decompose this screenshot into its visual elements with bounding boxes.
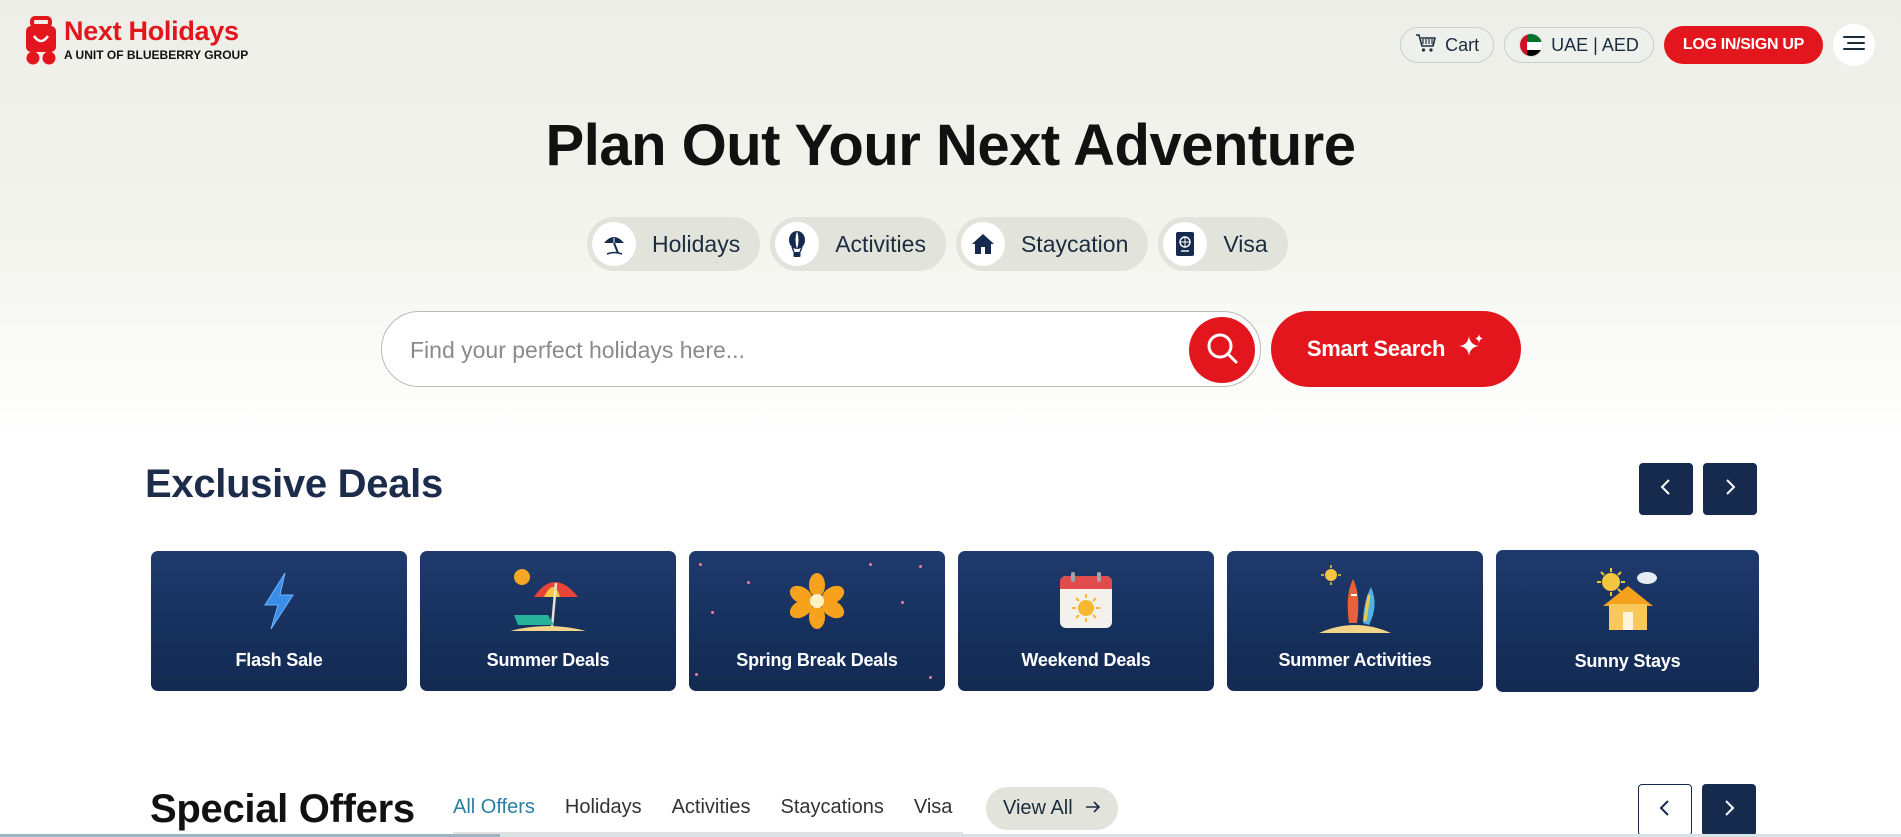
sparkle-icon [1457,332,1485,366]
sparkle-dot [919,565,922,568]
chevron-right-icon [1722,799,1736,821]
exclusive-deals-title: Exclusive Deals [145,462,443,506]
search-bar [381,311,1261,387]
sparkle-dot [901,601,904,604]
sparkle-dot [711,611,714,614]
sparkle-dot [747,581,750,584]
chevron-left-icon [1658,799,1672,821]
search-icon [1205,331,1239,369]
flower-icon [777,565,857,637]
sparkle-dot [695,673,698,676]
search-button[interactable] [1189,317,1255,383]
category-label: Staycation [1020,230,1129,257]
deal-label: Weekend Deals [1021,650,1151,670]
site-header: Next Holidays A UNIT OF BLUEBERRY GROUP … [0,0,1901,90]
prev-button[interactable] [1638,784,1692,836]
hero-title: Plan Out Your Next Adventure [545,113,1356,178]
sparkle-dot [699,563,702,566]
category-activities[interactable]: Activities [770,217,946,271]
brand-logo[interactable]: Next Holidays A UNIT OF BLUEBERRY GROUP [24,16,248,66]
sparkle-dot [929,676,932,679]
deal-label: Flash Sale [235,650,323,670]
beach-chair-umbrella-icon [508,565,588,637]
deal-card-weekend-deals[interactable]: Weekend Deals [958,551,1214,691]
view-all-button[interactable]: View All [986,787,1118,830]
surfboards-icon [1315,565,1395,637]
beach-umbrella-icon [592,222,636,266]
category-label: Holidays [652,230,741,257]
exclusive-deals-nav [1639,463,1757,515]
exclusive-deals-carousel: Flash Sale Summer Deals Spring Break Dea… [151,550,1759,692]
deal-card-sunny-stays[interactable]: Sunny Stays [1496,550,1759,692]
prev-button[interactable] [1639,463,1693,515]
next-button[interactable] [1703,463,1757,515]
tab-staycations[interactable]: Staycations [780,796,883,830]
arrow-right-icon [1085,797,1101,820]
smart-search-label: Smart Search [1306,336,1446,361]
cart-icon [1415,33,1437,58]
region-label: UAE | AED [1551,34,1639,55]
category-selector: Holidays Activities Staycation Visa [587,217,1288,271]
smart-search-button[interactable]: Smart Search [1271,311,1521,387]
category-visa[interactable]: Visa [1158,217,1288,271]
deal-label: Summer Deals [486,650,610,670]
house-icon [960,222,1005,266]
hot-air-balloon-icon [775,222,820,266]
uae-flag-icon [1519,33,1544,57]
deal-label: Sunny Stays [1574,651,1681,671]
calendar-sun-icon [1046,565,1126,637]
deal-card-summer-activities[interactable]: Summer Activities [1227,551,1483,691]
tab-holidays[interactable]: Holidays [565,796,642,830]
login-signup-button[interactable]: LOG IN/SIGN UP [1663,26,1823,64]
chevron-right-icon [1723,478,1737,500]
next-button[interactable] [1702,784,1756,836]
special-offers-tabs: All Offers Holidays Activities Staycatio… [453,796,953,835]
category-staycation[interactable]: Staycation [955,217,1149,271]
deal-card-flash-sale[interactable]: Flash Sale [151,551,407,691]
deal-label: Spring Break Deals [736,650,898,670]
category-label: Visa [1223,230,1268,257]
tab-visa[interactable]: Visa [914,796,953,830]
tab-activities[interactable]: Activities [672,796,751,830]
category-holidays[interactable]: Holidays [587,217,761,271]
region-currency-selector[interactable]: UAE | AED [1504,27,1654,63]
deal-label: Summer Activities [1278,650,1432,670]
chevron-left-icon [1659,478,1673,500]
hamburger-icon [1842,34,1866,56]
deal-card-spring-break-deals[interactable]: Spring Break Deals [689,551,945,691]
special-offers-nav [1638,784,1756,836]
category-label: Activities [835,230,926,257]
sunny-house-icon [1588,564,1668,636]
suitcase-logo-icon [24,16,58,66]
search-input[interactable] [410,330,1170,370]
brand-tagline: A UNIT OF BLUEBERRY GROUP [64,48,249,62]
cart-button[interactable]: Cart [1400,27,1495,63]
deal-card-summer-deals[interactable]: Summer Deals [420,551,676,691]
view-all-label: View All [1003,797,1073,819]
brand-name: Next Holidays [64,16,239,46]
lightning-icon [239,565,319,637]
cart-label: Cart [1445,34,1480,55]
passport-icon [1163,222,1208,266]
tab-all-offers[interactable]: All Offers [453,796,537,835]
sparkle-dot [869,563,872,566]
special-offers-title: Special Offers [150,787,415,831]
menu-button[interactable] [1833,24,1875,66]
